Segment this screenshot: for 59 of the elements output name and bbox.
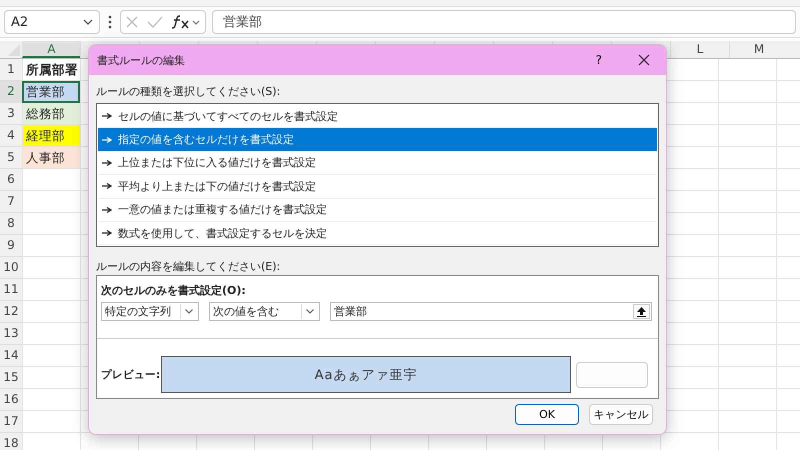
row-header[interactable]: 4 <box>0 125 22 147</box>
help-button[interactable]: ? <box>590 52 608 68</box>
arrow-icon <box>102 230 112 236</box>
chevron-icon <box>83 19 93 25</box>
row-header[interactable]: 17 <box>0 411 22 433</box>
edit-rule-label: ルールの内容を編集してください(E): <box>96 259 282 274</box>
row-header[interactable]: 16 <box>0 389 22 411</box>
row-header[interactable]: 7 <box>0 191 22 213</box>
ok-button[interactable]: OK <box>515 404 579 426</box>
row-header[interactable]: 10 <box>0 257 22 279</box>
table-cell: 総務部 <box>22 103 80 125</box>
row-header[interactable]: 15 <box>0 367 22 389</box>
condition-label: 次のセルのみを書式設定(O): <box>101 283 247 298</box>
chevron-icon <box>185 309 193 314</box>
row-header[interactable]: 8 <box>0 213 22 235</box>
row-header[interactable]: 1 <box>0 59 22 81</box>
function-icon[interactable] <box>171 14 201 30</box>
rule-type-item[interactable]: 一意の値または重複する値だけを書式設定 <box>98 198 657 222</box>
arrow-icon <box>102 113 112 120</box>
row-header[interactable]: 2 <box>0 81 22 103</box>
column-header[interactable]: L <box>670 41 729 58</box>
value-field[interactable]: 営業部 <box>330 302 652 322</box>
check-icon[interactable] <box>147 15 163 29</box>
row-header[interactable]: 9 <box>0 235 22 257</box>
row-header[interactable]: 12 <box>0 301 22 323</box>
row-header[interactable]: 3 <box>0 103 22 125</box>
row-header[interactable]: 11 <box>0 279 22 301</box>
arrow-icon <box>102 183 112 190</box>
rule-type-label: ルールの種類を選択してください(S): <box>96 84 282 99</box>
chevron-icon <box>306 309 314 314</box>
condition-dropdown[interactable]: 特定の文字列 <box>101 302 199 322</box>
cancel-button[interactable]: キャンセル <box>589 404 653 426</box>
dialog-title: 書式ルールの編集 <box>97 52 185 68</box>
row-header[interactable]: 5 <box>0 147 22 169</box>
arrow-icon <box>102 206 112 213</box>
arrow-icon <box>102 160 112 166</box>
row-header[interactable]: 14 <box>0 345 22 367</box>
preview-label: プレビュー: <box>101 368 161 382</box>
column-header[interactable]: M <box>729 41 788 58</box>
column-header[interactable]: A <box>22 41 80 58</box>
close-icon[interactable] <box>638 54 650 66</box>
upload-icon <box>637 306 646 317</box>
table-cell: 人事部 <box>22 147 80 169</box>
row-header[interactable]: 18 <box>0 433 22 450</box>
table-cell: 経理部 <box>22 125 80 147</box>
row-header[interactable]: 13 <box>0 323 22 345</box>
arrow-icon <box>102 136 112 143</box>
rule-type-item[interactable]: 上位または下位に入る値だけを書式設定 <box>98 152 657 176</box>
rule-type-item[interactable]: 数式を使用して、書式設定するセルを決定 <box>98 222 657 246</box>
formula-field[interactable]: 営業部 <box>212 10 796 34</box>
rule-type-item[interactable]: 平均より上または下の値だけを書式設定 <box>98 175 657 199</box>
table-cell: 営業部 <box>22 81 80 103</box>
operator-dropdown[interactable]: 次の値を含む <box>209 302 320 322</box>
preview-box: Aaあぁアァ亜宇 <box>161 356 571 394</box>
more-icon[interactable] <box>108 15 112 29</box>
rule-type-item[interactable]: 指定の値を含むセルだけを書式設定 <box>98 128 657 152</box>
range-select-button[interactable] <box>633 304 650 320</box>
name-box[interactable]: A2 <box>4 10 100 34</box>
row-header[interactable]: 6 <box>0 169 22 191</box>
